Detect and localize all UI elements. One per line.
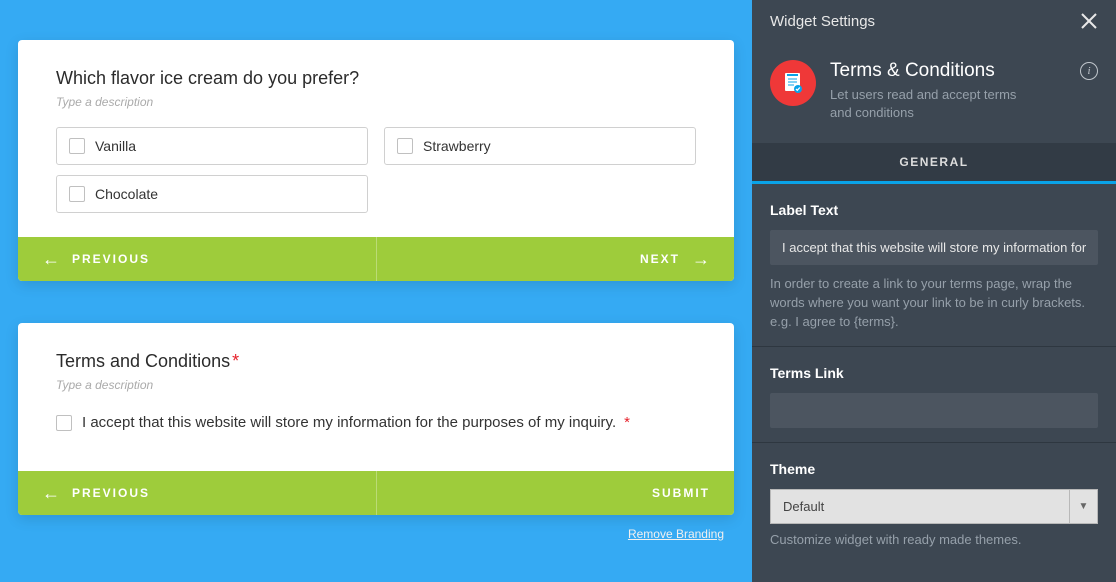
option-label: Chocolate [95, 186, 158, 202]
previous-label: PREVIOUS [72, 252, 150, 266]
section-theme: Theme Default ▼ Customize widget with re… [752, 443, 1116, 551]
arrow-left-icon: ← [42, 483, 60, 504]
previous-button[interactable]: ← PREVIOUS [18, 471, 377, 515]
close-icon [1080, 12, 1098, 30]
next-button[interactable]: NEXT → [377, 237, 735, 281]
widget-title: Terms & Conditions [830, 60, 1040, 82]
terms-title[interactable]: Terms and Conditions* [56, 351, 696, 372]
checkbox-icon[interactable] [397, 138, 413, 154]
widget-description: Let users read and accept terms and cond… [830, 86, 1040, 121]
section-terms-link: Terms Link [752, 347, 1116, 443]
sidebar-title: Widget Settings [770, 13, 875, 30]
option-vanilla[interactable]: Vanilla [56, 127, 368, 165]
form-body: Which flavor ice cream do you prefer? Ty… [18, 40, 734, 237]
field-label: Theme [770, 461, 1098, 477]
checkbox-icon[interactable] [69, 186, 85, 202]
submit-label: SUBMIT [652, 486, 710, 500]
section-label-text: Label Text In order to create a link to … [752, 184, 1116, 347]
sidebar-header: Widget Settings [752, 0, 1116, 42]
option-label: Strawberry [423, 138, 491, 154]
widget-icon-badge [770, 60, 816, 106]
field-label: Terms Link [770, 365, 1098, 381]
field-label: Label Text [770, 202, 1098, 218]
info-icon[interactable]: i [1080, 62, 1098, 80]
form-card-question: Which flavor ice cream do you prefer? Ty… [18, 40, 734, 281]
arrow-right-icon: → [692, 249, 710, 270]
form-nav: ← PREVIOUS SUBMIT [18, 471, 734, 515]
arrow-left-icon: ← [42, 249, 60, 270]
label-text-input[interactable] [770, 230, 1098, 265]
theme-selected-value: Default [770, 489, 1070, 524]
document-check-icon [781, 71, 805, 95]
terms-title-text: Terms and Conditions [56, 351, 230, 371]
accept-text: I accept that this website will store my… [82, 414, 616, 431]
option-chocolate[interactable]: Chocolate [56, 175, 368, 213]
checkbox-icon[interactable] [56, 415, 72, 431]
remove-branding-link[interactable]: Remove Branding [18, 515, 734, 545]
form-card-terms: Terms and Conditions* Type a description… [18, 323, 734, 515]
required-mark: * [232, 351, 239, 371]
theme-select[interactable]: Default ▼ [770, 489, 1098, 524]
accept-row[interactable]: I accept that this website will store my… [56, 414, 696, 431]
widget-info-text: Terms & Conditions Let users read and ac… [830, 60, 1040, 121]
next-label: NEXT [640, 252, 680, 266]
options-grid: Vanilla Strawberry Chocolate [56, 127, 696, 213]
terms-description[interactable]: Type a description [56, 378, 696, 392]
label-text-help: In order to create a link to your terms … [770, 275, 1098, 332]
form-body: Terms and Conditions* Type a description… [18, 323, 734, 471]
widget-settings-panel: Widget Settings Terms & Conditions Let u… [752, 0, 1116, 582]
option-label: Vanilla [95, 138, 136, 154]
widget-info-block: Terms & Conditions Let users read and ac… [752, 42, 1116, 143]
close-button[interactable] [1080, 12, 1098, 30]
chevron-down-icon[interactable]: ▼ [1070, 489, 1098, 524]
terms-link-input[interactable] [770, 393, 1098, 428]
required-mark: * [624, 414, 630, 431]
form-nav: ← PREVIOUS NEXT → [18, 237, 734, 281]
tab-general[interactable]: GENERAL [752, 143, 1116, 184]
form-canvas: Which flavor ice cream do you prefer? Ty… [0, 0, 752, 582]
question-description[interactable]: Type a description [56, 95, 696, 109]
theme-help: Customize widget with ready made themes. [770, 532, 1098, 547]
option-strawberry[interactable]: Strawberry [384, 127, 696, 165]
previous-button[interactable]: ← PREVIOUS [18, 237, 377, 281]
submit-button[interactable]: SUBMIT [377, 471, 735, 515]
previous-label: PREVIOUS [72, 486, 150, 500]
question-title[interactable]: Which flavor ice cream do you prefer? [56, 68, 696, 89]
checkbox-icon[interactable] [69, 138, 85, 154]
